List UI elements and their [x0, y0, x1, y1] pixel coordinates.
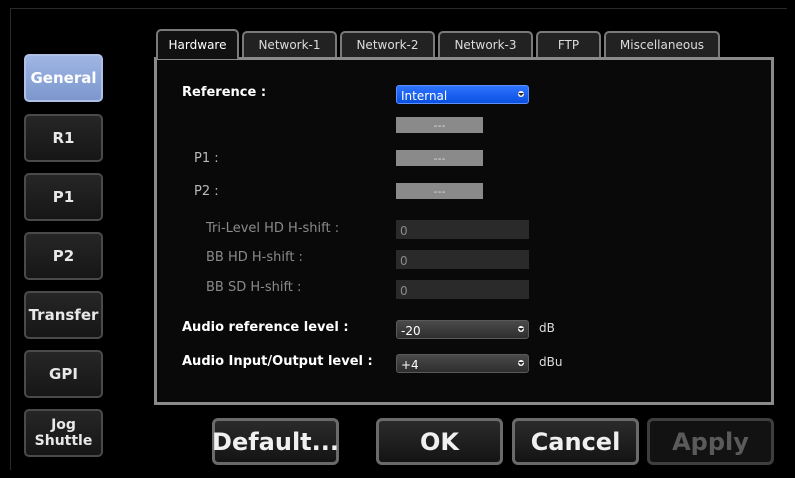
tab-network-2-label: Network-2 — [356, 38, 419, 52]
apply-button: Apply — [647, 418, 774, 465]
ok-button-label: OK — [420, 427, 459, 456]
reference-label: Reference : — [182, 85, 267, 100]
cancel-button-label: Cancel — [530, 427, 621, 456]
bb-hd-label: BB HD H-shift : — [206, 250, 303, 265]
tri-level-label: Tri-Level HD H-shift : — [206, 221, 340, 236]
reference-value: Internal — [401, 89, 448, 103]
tab-ftp[interactable]: FTP — [536, 31, 601, 57]
bb-hd-field: 0 — [396, 250, 529, 269]
p1-status-value: --- — [433, 151, 446, 165]
nav-p2-label: P2 — [52, 247, 75, 265]
audio-reference-level-dropdown[interactable]: -20 — [396, 320, 529, 339]
p2-status-value: --- — [433, 184, 446, 198]
default-button[interactable]: Default... — [212, 418, 339, 465]
bb-sd-field: 0 — [396, 280, 529, 299]
cancel-button[interactable]: Cancel — [512, 418, 639, 465]
nav-r1-label: R1 — [52, 129, 75, 147]
bb-sd-value: 0 — [400, 284, 408, 298]
nav-gpi-label: GPI — [49, 365, 78, 383]
p1-label: P1 : — [194, 151, 219, 166]
audio-io-unit: dBu — [539, 355, 563, 369]
audio-reference-level-value: -20 — [401, 324, 421, 338]
nav-general-label: General — [30, 69, 97, 87]
default-button-label: Default... — [212, 427, 339, 456]
nav-jog-shuttle-label: Jog Shuttle — [34, 417, 93, 449]
chevron-down-icon — [518, 326, 524, 332]
p2-label: P2 : — [194, 184, 219, 199]
tab-network-2[interactable]: Network-2 — [340, 31, 435, 57]
tab-miscellaneous-label: Miscellaneous — [619, 38, 705, 52]
tri-level-value: 0 — [400, 224, 408, 238]
nav-gpi-button[interactable]: GPI — [24, 350, 103, 398]
nav-r1-button[interactable]: R1 — [24, 114, 103, 162]
frame-left-line — [10, 8, 11, 470]
tab-network-1[interactable]: Network-1 — [242, 31, 337, 57]
tab-hardware[interactable]: Hardware — [156, 29, 239, 59]
nav-p1-label: P1 — [52, 188, 75, 206]
audio-reference-level-label: Audio reference level : — [182, 320, 349, 335]
audio-reference-unit: dB — [539, 321, 555, 335]
tab-network-1-label: Network-1 — [258, 38, 321, 52]
bb-sd-label: BB SD H-shift : — [206, 280, 302, 295]
apply-button-label: Apply — [672, 427, 749, 456]
audio-io-level-label: Audio Input/Output level : — [182, 354, 373, 369]
tab-miscellaneous[interactable]: Miscellaneous — [604, 31, 720, 57]
nav-p1-button[interactable]: P1 — [24, 173, 103, 221]
nav-general-button[interactable]: General — [24, 54, 103, 102]
reference-status-value: --- — [433, 118, 446, 132]
chevron-down-icon — [518, 91, 524, 97]
p2-status-field: --- — [396, 183, 483, 199]
nav-jog-shuttle-button[interactable]: Jog Shuttle — [24, 409, 103, 457]
tab-ftp-label: FTP — [557, 38, 580, 52]
chevron-down-icon — [518, 360, 524, 366]
tab-network-3-label: Network-3 — [454, 38, 517, 52]
ok-button[interactable]: OK — [376, 418, 503, 465]
tri-level-field: 0 — [396, 220, 529, 239]
tab-network-3[interactable]: Network-3 — [438, 31, 533, 57]
reference-status-field: --- — [396, 117, 483, 133]
bb-hd-value: 0 — [400, 254, 408, 268]
reference-dropdown[interactable]: Internal — [396, 85, 529, 104]
p1-status-field: --- — [396, 150, 483, 166]
audio-io-level-value: +4 — [401, 358, 419, 372]
audio-io-level-dropdown[interactable]: +4 — [396, 354, 529, 373]
nav-transfer-button[interactable]: Transfer — [24, 291, 103, 339]
nav-p2-button[interactable]: P2 — [24, 232, 103, 280]
frame-top-line — [10, 8, 787, 9]
nav-transfer-label: Transfer — [28, 306, 99, 324]
tab-hardware-label: Hardware — [168, 38, 227, 52]
